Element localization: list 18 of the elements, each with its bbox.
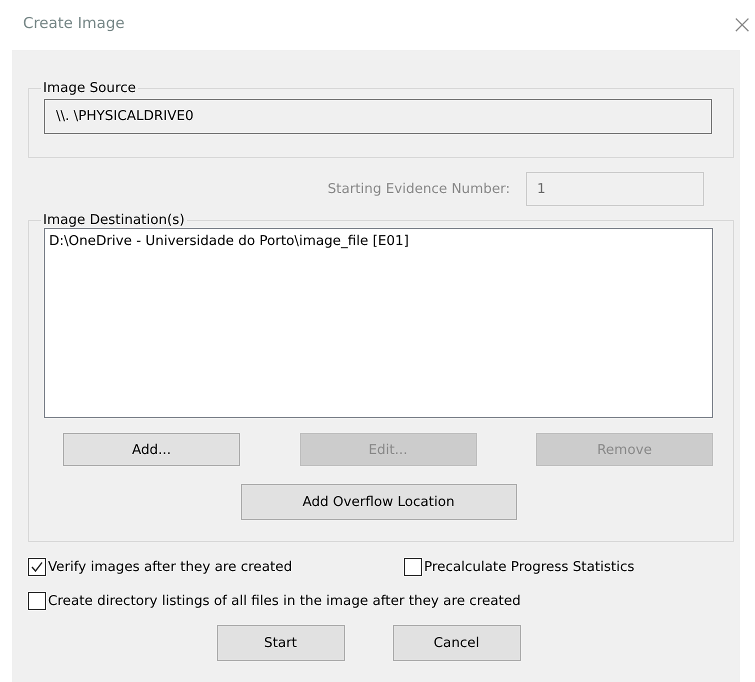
field-label: Starting Evidence Number: — [328, 180, 510, 199]
window-title: Create Image — [23, 13, 125, 34]
destination-path[interactable]: D:\OneDrive - Universidade do Porto\image_file [E01] — [49, 231, 409, 252]
checkbox-label[interactable]: Verify images after they are created — [48, 557, 292, 578]
checkbox-label[interactable]: Precalculate Progress Statistics — [424, 557, 634, 578]
checkbox[interactable] — [28, 558, 46, 576]
checkbox[interactable] — [404, 558, 422, 576]
add-overflow-location-button[interactable]: Add Overflow Location — [240, 484, 516, 520]
add-button[interactable]: Add... — [63, 433, 240, 466]
group-label: Image Destination(s) — [42, 212, 186, 228]
source-field[interactable]: \\. \PHYSICALDRIVE0 — [44, 99, 712, 134]
cancel-button[interactable]: Cancel — [392, 624, 520, 661]
group-label: Image Source — [42, 80, 137, 96]
destination-list[interactable]: D:\OneDrive - Universidade do Porto\image_file [E01] — [44, 228, 713, 418]
checkbox-label[interactable]: Create directory listings of all files in the image after they are created — [48, 591, 521, 612]
start-button[interactable]: Start — [216, 624, 344, 661]
close-button[interactable]: × — [731, 12, 753, 38]
checkbox[interactable] — [28, 592, 46, 610]
